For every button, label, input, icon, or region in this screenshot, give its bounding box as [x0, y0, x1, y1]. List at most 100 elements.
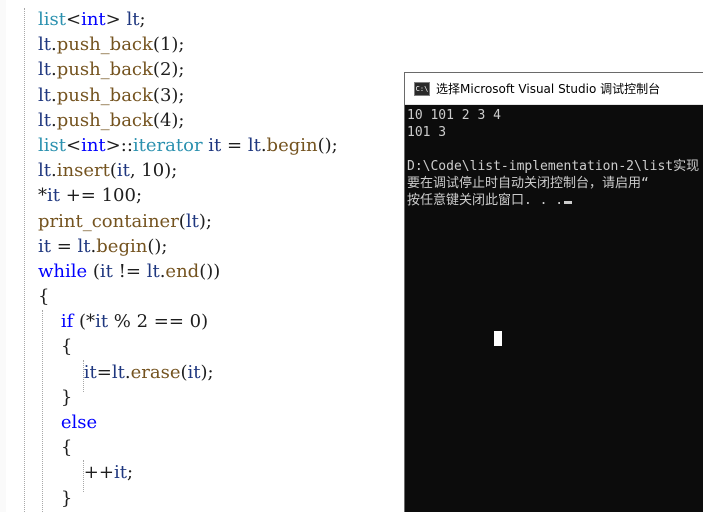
code-token: ( [180, 361, 188, 383]
code-line[interactable]: lt.push_back(1); [0, 32, 338, 57]
console-line-text: 10 101 2 3 4 [407, 108, 501, 123]
code-token: (3); [152, 84, 185, 106]
code-token: % 2 == 0) [108, 311, 209, 333]
code-token: it [83, 361, 97, 383]
code-line[interactable]: { [0, 435, 338, 460]
console-line: D:\Code\list-implementation-2\list实现 [407, 158, 703, 175]
console-line: 按任意键关闭此窗口. . . [407, 192, 703, 209]
code-line[interactable]: { [0, 334, 338, 359]
code-token: begin [266, 134, 318, 156]
code-token: { [38, 286, 50, 308]
code-line[interactable]: lt.insert(it, 10); [0, 158, 338, 183]
code-token: (* [73, 311, 96, 333]
code-token: erase [130, 361, 181, 383]
code-line[interactable]: print_container(lt); [0, 209, 338, 234]
code-token: { [60, 336, 73, 358]
code-token: ); [200, 361, 214, 383]
console-title: 选择Microsoft Visual Studio 调试控制台 [436, 82, 661, 96]
console-line-text: D:\Code\list-implementation-2\list实现 [407, 159, 700, 174]
code-token: it [116, 160, 130, 182]
code-token: ( [109, 160, 117, 182]
console-titlebar[interactable]: C:\ 选择Microsoft Visual Studio 调试控制台 [405, 73, 703, 105]
code-line[interactable]: list<int> lt; [0, 7, 338, 32]
code-token: print_container [38, 210, 179, 232]
code-token: = [221, 134, 248, 156]
code-line[interactable]: lt.push_back(2); [0, 57, 338, 82]
code-token: lt [38, 160, 51, 182]
code-token: push_back [56, 59, 153, 81]
code-token: insert [56, 160, 110, 182]
code-line[interactable]: } [0, 385, 338, 410]
code-text[interactable]: list<int> lt; lt.push_back(1); lt.push_bac… [0, 7, 338, 511]
code-token: != [112, 260, 147, 282]
code-token: lt [185, 210, 199, 232]
code-token: = [96, 361, 112, 383]
console-line-text: 要在调试停止时自动关闭控制台，请启用“ [407, 176, 649, 191]
code-token: lt [38, 84, 51, 106]
code-line[interactable]: list<int>::iterator it = lt.begin(); [0, 133, 338, 158]
code-token: = [51, 235, 78, 257]
code-line[interactable]: lt.push_back(4); [0, 108, 338, 133]
code-token: list [38, 134, 66, 156]
code-token: ; [126, 462, 134, 484]
code-line[interactable]: *it += 100; [0, 183, 338, 208]
code-token: += 100; [60, 185, 143, 207]
console-line: 要在调试停止时自动关闭控制台，请启用“ [407, 175, 703, 192]
console-line-text: 101 3 [407, 125, 447, 140]
code-token: while [38, 260, 88, 282]
code-token: end [165, 260, 200, 282]
code-token: push_back [56, 84, 153, 106]
code-token: } [60, 487, 73, 509]
code-token: (1); [152, 34, 185, 56]
code-token: it [208, 134, 222, 156]
code-token: lt [77, 235, 91, 257]
desktop-stage: list<int> lt; lt.push_back(1); lt.push_bac… [0, 0, 703, 512]
code-token: lt [146, 260, 160, 282]
console-app-icon: C:\ [414, 81, 430, 96]
code-token: * [38, 185, 47, 207]
code-token: it [38, 235, 51, 257]
code-token: list [38, 9, 66, 30]
console-line: 10 101 2 3 4 [407, 107, 703, 124]
code-line[interactable]: it = lt.begin(); [0, 234, 338, 259]
code-line[interactable]: lt.push_back(3); [0, 83, 338, 108]
code-token: it [47, 185, 60, 207]
code-token: { [60, 437, 73, 459]
code-token: lt [126, 9, 140, 30]
prompt-cursor [564, 201, 573, 204]
code-line[interactable]: ++it; [0, 460, 338, 485]
code-token: push_back [56, 34, 153, 56]
console-output[interactable]: 10 101 2 3 4 101 3 D:\Code\list-implementa… [405, 105, 703, 209]
code-token: (); [317, 134, 338, 156]
code-line[interactable]: it=lt.erase(it); [0, 360, 338, 385]
code-line[interactable]: while (it != lt.end()) [0, 259, 338, 284]
code-token: < [65, 9, 82, 30]
code-token: lt [247, 134, 261, 156]
code-token: ( [178, 210, 186, 232]
code-token: it [95, 311, 109, 333]
code-token: it [187, 361, 201, 383]
code-token: it [113, 462, 127, 484]
debug-console-window[interactable]: C:\ 选择Microsoft Visual Studio 调试控制台 10 1… [404, 72, 703, 512]
console-line: 101 3 [407, 124, 703, 141]
code-token: int [81, 9, 106, 30]
code-token: (); [147, 235, 168, 257]
code-token: ()) [199, 260, 221, 282]
code-token: it [99, 260, 113, 282]
code-line[interactable]: else [0, 410, 338, 435]
code-line[interactable]: { [0, 284, 338, 309]
code-token: else [60, 412, 98, 433]
console-line-text: 按任意键关闭此窗口. . . [407, 193, 564, 208]
code-line[interactable]: if (*it % 2 == 0) [0, 309, 338, 334]
code-token: >:: [105, 134, 133, 156]
code-token: if [60, 311, 74, 333]
code-line[interactable]: } [0, 486, 338, 511]
code-token: (4); [152, 109, 185, 131]
code-token: ( [87, 260, 100, 282]
code-token: > [105, 9, 127, 30]
